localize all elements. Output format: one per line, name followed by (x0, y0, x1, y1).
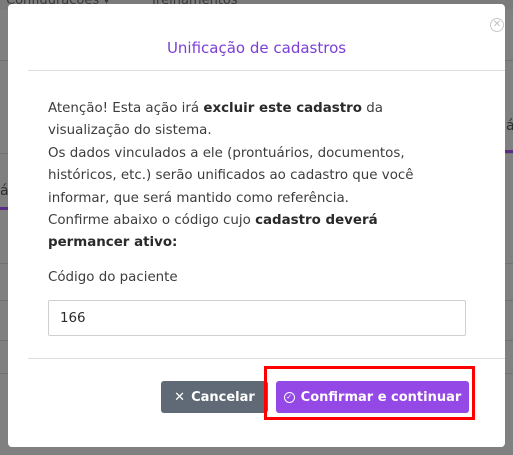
message-emphasis: excluir este cadastro (203, 101, 362, 116)
warning-message: Atenção! Esta ação irá excluir este cada… (48, 98, 468, 255)
patient-code-label: Código do paciente (48, 270, 178, 285)
message-text: históricos, etc.) serão unificados ao ca… (48, 168, 414, 184)
footer-divider (28, 358, 505, 359)
message-text: informar, que será mantido como referênc… (48, 190, 349, 206)
check-circle-icon: ✓ (283, 391, 295, 403)
close-icon: ✕ (174, 389, 186, 405)
confirm-continue-button[interactable]: ✓ Confirmar e continuar (276, 381, 469, 413)
confirm-label: Confirmar e continuar (300, 389, 462, 405)
patient-code-input[interactable] (48, 300, 466, 336)
message-text: da (361, 101, 383, 116)
message-text: Atenção! Esta ação irá (48, 101, 204, 116)
close-icon[interactable]: ✕ (490, 18, 504, 32)
header-divider (28, 70, 505, 71)
unify-records-modal: ✕ Unificação de cadastros Atenção! Esta … (8, 4, 505, 447)
background-tab-indicator (505, 150, 513, 153)
modal-title: Unificação de cadastros (166, 39, 347, 57)
message-text: visualização do sistema. (48, 123, 212, 139)
background-tab-indicator (0, 207, 8, 210)
background-text: á (506, 118, 513, 134)
message-text: Os dados vinculados a ele (prontuários, … (48, 145, 405, 161)
message-emphasis: permancer ativo: (48, 235, 178, 251)
cancel-button[interactable]: ✕ Cancelar (161, 381, 268, 413)
cancel-label: Cancelar (191, 389, 255, 405)
message-text: Confirme abaixo o código cujo (48, 213, 256, 229)
message-emphasis: cadastro deverá (255, 213, 378, 229)
